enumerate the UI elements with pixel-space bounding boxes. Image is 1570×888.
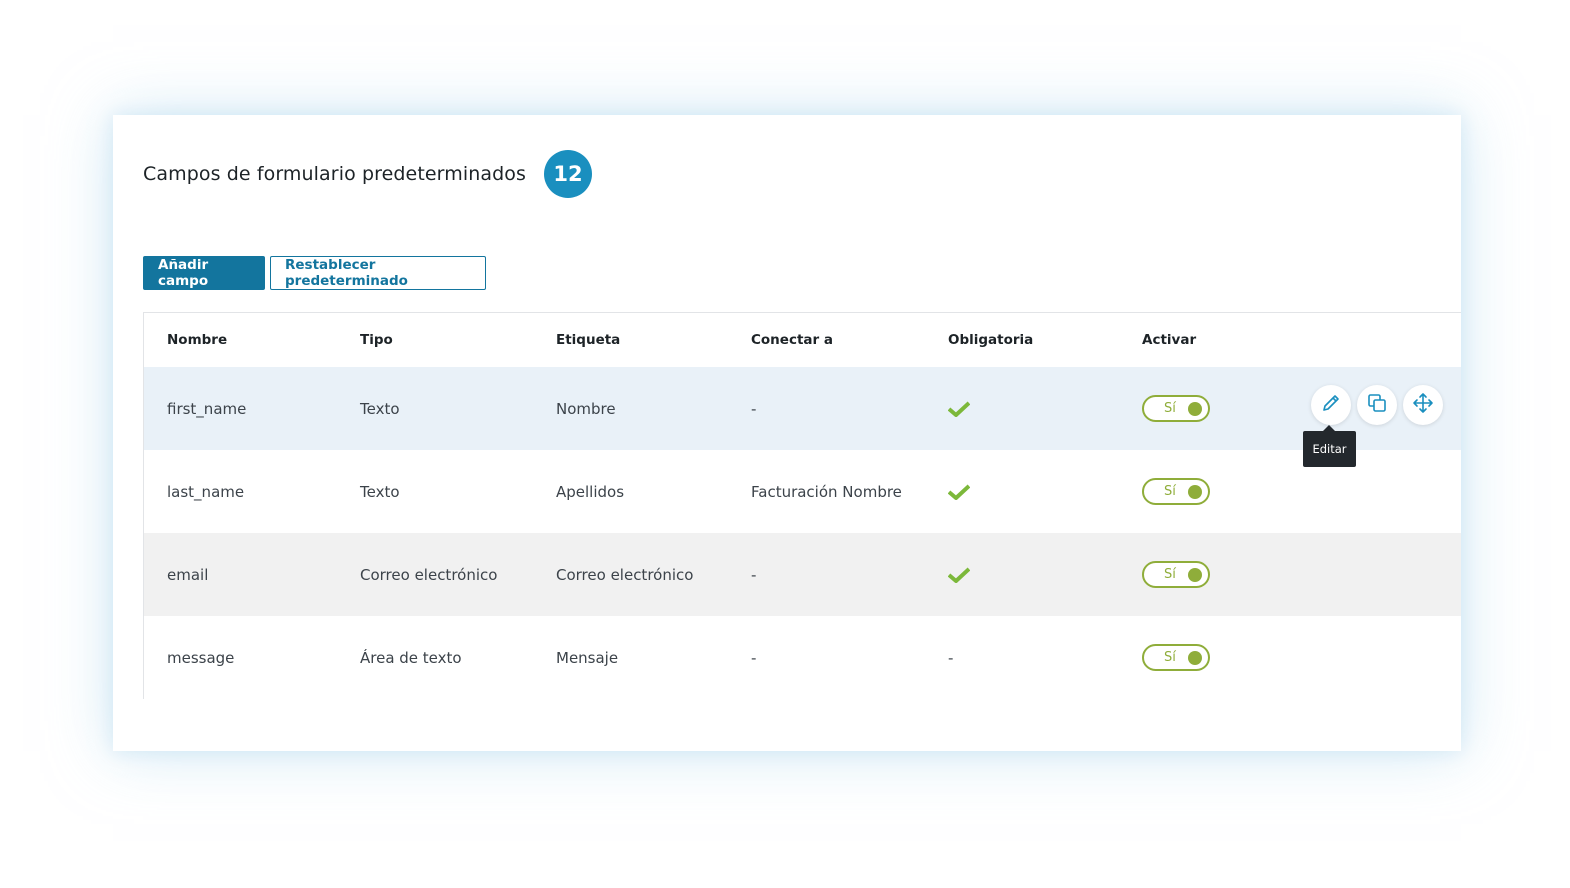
toggle-label: Sí — [1164, 567, 1176, 582]
cell-connect: Facturación Nombre — [751, 482, 902, 501]
cell-connect: - — [751, 565, 757, 584]
toggle-label: Sí — [1164, 484, 1176, 499]
field-count-badge: 12 — [544, 150, 592, 198]
column-header-nombre: Nombre — [167, 332, 228, 348]
active-toggle[interactable]: Sí — [1142, 561, 1210, 588]
toggle-label: Sí — [1164, 650, 1176, 665]
toolbar: Añadir campo Restablecer predeterminado — [143, 256, 486, 290]
cell-label: Apellidos — [556, 482, 625, 501]
move-icon — [1412, 392, 1434, 419]
add-field-button[interactable]: Añadir campo — [143, 256, 265, 290]
panel-header: Campos de formulario predeterminados — [143, 149, 526, 199]
cell-active: Sí — [1142, 450, 1210, 533]
required-check-icon — [948, 450, 970, 533]
cell-name: first_name — [167, 399, 247, 418]
active-toggle[interactable]: Sí — [1142, 478, 1210, 505]
column-header-tipo: Tipo — [360, 332, 393, 348]
edit-button[interactable] — [1311, 385, 1351, 425]
edit-tooltip: Editar — [1303, 425, 1356, 467]
duplicate-button[interactable] — [1357, 385, 1397, 425]
cell-required: - — [948, 648, 954, 667]
move-button[interactable] — [1403, 385, 1443, 425]
pencil-icon — [1320, 392, 1342, 419]
table-row[interactable]: message Área de texto Mensaje - - Sí — [144, 616, 1461, 699]
cell-connect: - — [751, 399, 757, 418]
cell-name: last_name — [167, 482, 245, 501]
table-row[interactable]: first_name Texto Nombre - Sí — [144, 367, 1461, 450]
active-toggle[interactable]: Sí — [1142, 644, 1210, 671]
toggle-knob — [1188, 650, 1202, 665]
table-row[interactable]: last_name Texto Apellidos Facturación No… — [144, 450, 1461, 533]
column-header-conectar: Conectar a — [751, 332, 833, 348]
duplicate-icon — [1366, 392, 1388, 419]
cell-label: Correo electrónico — [556, 565, 694, 584]
page-title: Campos de formulario predeterminados — [143, 163, 527, 185]
cell-type: Correo electrónico — [360, 565, 498, 584]
cell-type: Área de texto — [360, 648, 462, 667]
column-header-obligatoria: Obligatoria — [948, 332, 1034, 348]
required-check-icon — [948, 533, 970, 616]
cell-active: Sí — [1142, 533, 1210, 616]
active-toggle[interactable]: Sí — [1142, 395, 1210, 422]
row-actions — [1311, 385, 1443, 425]
cell-active: Sí — [1142, 616, 1210, 699]
cell-connect: - — [751, 648, 757, 667]
table-row[interactable]: email Correo electrónico Correo electrón… — [144, 533, 1461, 616]
cell-name: email — [167, 565, 209, 584]
cell-type: Texto — [360, 482, 400, 501]
required-check-icon — [948, 367, 970, 450]
cell-label: Mensaje — [556, 648, 619, 667]
cell-active: Sí — [1142, 367, 1210, 450]
fields-table: Nombre Tipo Etiqueta Conectar a Obligato… — [143, 312, 1461, 699]
toggle-knob — [1188, 401, 1202, 416]
toggle-label: Sí — [1164, 401, 1176, 416]
toggle-knob — [1188, 567, 1202, 582]
column-header-etiqueta: Etiqueta — [556, 332, 621, 348]
reset-default-button[interactable]: Restablecer predeterminado — [270, 256, 486, 290]
table-header: Nombre Tipo Etiqueta Conectar a Obligato… — [144, 313, 1461, 367]
toggle-knob — [1188, 484, 1202, 499]
cell-name: message — [167, 648, 235, 667]
column-header-activar: Activar — [1142, 332, 1197, 348]
cell-label: Nombre — [556, 399, 616, 418]
form-fields-panel: Campos de formulario predeterminados 12 … — [113, 115, 1461, 751]
cell-type: Texto — [360, 399, 400, 418]
